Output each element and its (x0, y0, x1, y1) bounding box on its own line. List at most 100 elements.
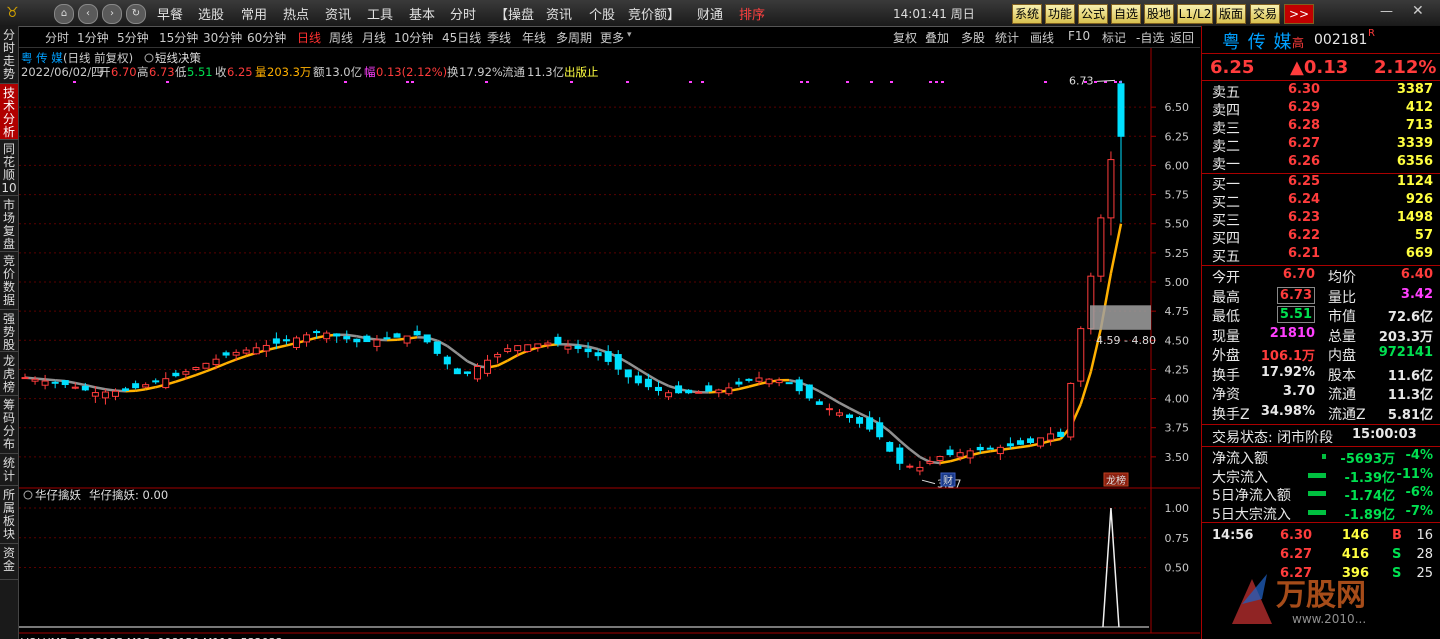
toolbar-button-4[interactable]: 股地 (1144, 4, 1174, 24)
period-10[interactable]: 45日线 (442, 29, 481, 46)
period-0[interactable]: 分时 (45, 29, 69, 46)
menu-item-0[interactable]: 早餐 (157, 4, 183, 23)
menu-item-12[interactable]: 财通 (697, 4, 723, 23)
candle-body (514, 345, 522, 352)
menu-item-6[interactable]: 基本 (409, 4, 435, 23)
candle-body (614, 354, 622, 370)
candle-body (755, 377, 763, 382)
period-13[interactable]: 多周期 (556, 29, 592, 46)
chart-tool-4[interactable]: 画线 (1030, 29, 1054, 46)
period-2[interactable]: 5分钟 (117, 29, 149, 46)
left-tab-5[interactable]: 强势股 (0, 310, 18, 352)
toolbar-button-1[interactable]: 功能 (1045, 4, 1075, 24)
menu-item-9[interactable]: 资讯 (546, 4, 572, 23)
chart-tool-8[interactable]: 返回 (1170, 29, 1194, 46)
period-12[interactable]: 年线 (522, 29, 546, 46)
refresh-icon[interactable]: ↻ (126, 4, 146, 24)
menu-item-10[interactable]: 个股 (589, 4, 615, 23)
period-1[interactable]: 1分钟 (77, 29, 109, 46)
toolbar-button-8[interactable]: >> (1284, 4, 1314, 24)
ask-volume: 3339 (1396, 136, 1433, 151)
toolbar-button-6[interactable]: 版面 (1216, 4, 1246, 24)
left-tab-10[interactable]: 资金 (0, 544, 18, 580)
menu-item-5[interactable]: 工具 (367, 4, 393, 23)
stat-value: 11.6亿 (1387, 368, 1433, 384)
toolbar-button-5[interactable]: L1/L2 (1177, 4, 1213, 24)
minimize-icon[interactable]: — (1380, 4, 1393, 19)
chart-tool-3[interactable]: 统计 (995, 29, 1019, 46)
bid-price: 6.21 (1288, 246, 1321, 261)
signal-dot (800, 81, 803, 83)
chart-tool-2[interactable]: 多股 (961, 29, 985, 46)
toolbar-button-7[interactable]: 交易 (1250, 4, 1280, 24)
candle-body (484, 359, 492, 374)
period-9[interactable]: 10分钟 (394, 29, 433, 46)
candle-body (976, 446, 984, 451)
close-icon[interactable]: ✕ (1412, 3, 1424, 19)
flow-value: -1.39亿 (1344, 470, 1395, 486)
menu-item-11[interactable]: 竞价额】 (628, 4, 680, 23)
left-tab-6[interactable]: 龙虎榜 (0, 352, 18, 396)
menu-item-2[interactable]: 常用 (241, 4, 267, 23)
y-axis-label: 6.00 (1165, 159, 1190, 172)
chart-tool-6[interactable]: 标记 (1102, 29, 1126, 46)
candle-body (182, 371, 190, 375)
menu-item-7[interactable]: 分时 (450, 4, 476, 23)
chart-tool-1[interactable]: 叠加 (925, 29, 949, 46)
home-icon[interactable]: ⌂ (54, 4, 74, 24)
toolbar-button-3[interactable]: 自选 (1111, 4, 1141, 24)
y-axis-label: 6.25 (1165, 130, 1190, 143)
bid-volume: 57 (1414, 228, 1433, 243)
y-axis-label: 3.75 (1165, 422, 1190, 435)
indicator-value: 华仔擒妖: 0.00 (89, 488, 168, 502)
left-tab-2[interactable]: 同花顺10 (0, 140, 18, 196)
menu-item-3[interactable]: 热点 (283, 4, 309, 23)
left-tab-8[interactable]: 统计 (0, 454, 18, 486)
period-6[interactable]: 日线 (297, 29, 321, 46)
period-5[interactable]: 60分钟 (247, 29, 286, 46)
chart-tool-5[interactable]: F10 (1068, 29, 1090, 43)
period-3[interactable]: 15分钟 (159, 29, 198, 46)
bid-price: 6.23 (1288, 210, 1321, 225)
period-14[interactable]: 更多 (600, 29, 624, 46)
toolbar-button-0[interactable]: 系统 (1012, 4, 1042, 24)
left-tab-4[interactable]: 竞价数据 (0, 252, 18, 310)
flow-label: 净流入额 (1212, 451, 1268, 467)
back-icon[interactable]: ‹ (78, 4, 98, 24)
candle-body (303, 334, 311, 343)
menu-item-13[interactable]: 排序 (739, 4, 765, 23)
tick-count: 16 (1416, 528, 1433, 543)
period-8[interactable]: 月线 (362, 29, 386, 46)
chart-tool-7[interactable]: -自选 (1136, 29, 1164, 46)
left-tab-0[interactable]: 分时走势 (0, 26, 18, 84)
candle-body (1006, 443, 1014, 447)
kline-chart[interactable]: 6.50 6.25 6.00 5.75 5.50 5.25 5.00 4.75 4.50 4.25… (19, 48, 1200, 639)
left-tab-7[interactable]: 筹码分布 (0, 396, 18, 454)
candle-body (1107, 159, 1115, 219)
candle-body (735, 381, 743, 385)
candle-body (1037, 437, 1045, 447)
period-7[interactable]: 周线 (329, 29, 353, 46)
ma-line-segment (567, 343, 579, 347)
menu-item-4[interactable]: 资讯 (325, 4, 351, 23)
stock-code-flag: R (1368, 28, 1375, 39)
candle-body (866, 417, 874, 430)
period-11[interactable]: 季线 (487, 29, 511, 46)
left-tab-9[interactable]: 所属板块 (0, 486, 18, 544)
stat-value: 203.3万 (1378, 329, 1433, 345)
period-4[interactable]: 30分钟 (203, 29, 242, 46)
left-tab-1[interactable]: 技术分析 (0, 84, 18, 140)
forward-icon[interactable]: › (102, 4, 122, 24)
candle-body (383, 337, 391, 340)
candle-body (644, 378, 652, 388)
price-change-pct: 2.12% (1374, 57, 1437, 78)
more-chevron-icon[interactable]: ▾ (627, 30, 632, 40)
chart-tool-0[interactable]: 复权 (893, 29, 917, 46)
stat-value: 5.51 (1276, 306, 1315, 323)
candle-body (825, 408, 833, 411)
bid-volume: 1498 (1396, 210, 1433, 225)
left-tab-3[interactable]: 市场复盘 (0, 196, 18, 252)
toolbar-button-2[interactable]: 公式 (1078, 4, 1108, 24)
menu-item-1[interactable]: 选股 (198, 4, 224, 23)
menu-item-8[interactable]: 【操盘 (495, 4, 534, 23)
